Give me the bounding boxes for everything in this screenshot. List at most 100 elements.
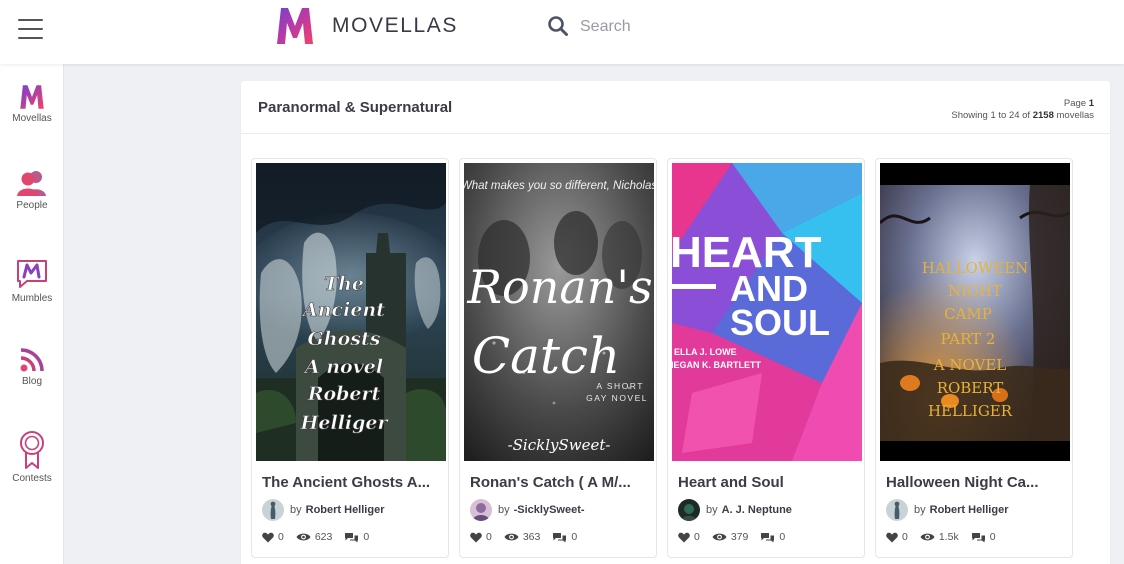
avatar[interactable] [886, 499, 908, 521]
comments-stat[interactable]: 0 [971, 531, 996, 543]
pagination-info: Page 1 Showing 1 to 24 of 2158 movellas [951, 98, 1094, 122]
author-name[interactable]: Robert Helliger [306, 504, 385, 516]
page-number: 1 [1088, 98, 1094, 109]
people-icon [17, 171, 46, 196]
comments-icon [345, 532, 359, 542]
book-card[interactable]: HEART AND SOUL ELLA J. LOWE MEGAN K. BAR… [667, 158, 865, 558]
cover-text: A SHORT [596, 381, 644, 391]
book-title[interactable]: Heart and Soul [678, 474, 860, 491]
cover-text: The [324, 273, 364, 295]
avatar[interactable] [470, 499, 492, 521]
comments-count: 0 [989, 531, 996, 543]
book-cover[interactable]: What makes you so different, Nicholas Ro… [464, 163, 654, 461]
sidebar-item-movellas[interactable]: Movellas [0, 84, 64, 124]
cover-text: Ghosts [308, 328, 381, 350]
rss-icon [20, 348, 44, 372]
book-cover[interactable]: HALLOWEEN NIGHT CAMP PART 2 A NOVEL ROBE… [880, 163, 1070, 461]
author-name[interactable]: -SicklySweet- [514, 504, 585, 516]
by-label: by [290, 504, 302, 516]
book-card[interactable]: HALLOWEEN NIGHT CAMP PART 2 A NOVEL ROBE… [875, 158, 1073, 558]
eye-icon [712, 533, 727, 541]
book-cover[interactable]: HEART AND SOUL ELLA J. LOWE MEGAN K. BAR… [672, 163, 862, 461]
search-input[interactable] [580, 14, 820, 40]
total-count: 2158 [1032, 110, 1054, 121]
avatar[interactable] [262, 499, 284, 521]
author-row: by Robert Helliger [262, 498, 384, 522]
likes-count: 0 [694, 531, 700, 543]
comments-stat[interactable]: 0 [344, 531, 369, 543]
search-icon[interactable] [547, 15, 569, 37]
menu-icon[interactable] [18, 19, 43, 39]
sidebar-item-contests[interactable]: Contests [0, 430, 64, 484]
book-card[interactable]: The Ancient Ghosts A novel Robert Hellig… [251, 158, 449, 558]
cover-text: HALLOWEEN [922, 259, 1029, 277]
heart-icon [470, 532, 482, 542]
views-stat: 623 [296, 531, 332, 543]
showing-prefix: Showing 1 to 24 of [951, 110, 1031, 121]
cover-text: HELLIGER [928, 402, 1013, 420]
cover-text: SOUL [730, 302, 830, 343]
heart-icon [262, 532, 274, 542]
cover-text: Catch [472, 327, 620, 385]
cover-text: Ronan's [466, 260, 652, 314]
cover-text: Helliger [299, 412, 389, 434]
page-title: Paranormal & Supernatural [258, 99, 453, 116]
sidebar-item-people[interactable]: People [0, 169, 64, 211]
sidebar-item-label: Contests [12, 473, 52, 484]
brand-name: MOVELLAS [332, 14, 459, 37]
likes-stat[interactable]: 0 [678, 531, 700, 543]
heart-icon [678, 532, 690, 542]
sidebar-item-blog[interactable]: Blog [0, 347, 64, 387]
book-cover[interactable]: The Ancient Ghosts A novel Robert Hellig… [256, 163, 446, 461]
cover-text: ROBERT [937, 379, 1004, 397]
cover-text: Robert [307, 383, 381, 405]
sidebar-item-label: Blog [21, 376, 42, 387]
likes-count: 0 [486, 531, 492, 543]
book-stats: 0 379 0 [678, 531, 797, 543]
brand-logo[interactable]: MOVELLAS [274, 6, 458, 46]
likes-stat[interactable]: 0 [262, 531, 284, 543]
comments-stat[interactable]: 0 [760, 531, 785, 543]
author-name[interactable]: A. J. Neptune [722, 504, 792, 516]
likes-count: 0 [278, 531, 284, 543]
eye-icon [920, 533, 935, 541]
comments-stat[interactable]: 0 [552, 531, 577, 543]
book-title[interactable]: The Ancient Ghosts A... [262, 474, 444, 491]
movellas-logo-icon [277, 8, 313, 44]
comments-icon [553, 532, 567, 542]
book-card[interactable]: What makes you so different, Nicholas Ro… [459, 158, 657, 558]
cover-text: A novel [303, 356, 383, 378]
cover-text: PART 2 [941, 330, 996, 348]
eye-icon [296, 533, 311, 541]
book-stats: 0 363 0 [470, 531, 589, 543]
views-count: 379 [730, 531, 749, 543]
cover-text: MEGAN K. BARTLETT [672, 360, 761, 370]
views-count: 1.5k [938, 531, 959, 543]
listing-header: Paranormal & Supernatural Page 1 Showing… [241, 81, 1110, 134]
cover-text: GAY NOVEL [586, 393, 648, 403]
sidebar: Movellas People Mumbles Blog Contests [0, 64, 64, 564]
avatar[interactable] [678, 499, 700, 521]
likes-stat[interactable]: 0 [886, 531, 908, 543]
cover-text: Ancient [301, 299, 385, 321]
book-title[interactable]: Halloween Night Ca... [886, 474, 1068, 491]
author-row: by A. J. Neptune [678, 498, 792, 522]
page-label: Page [1063, 98, 1087, 109]
views-stat: 363 [504, 531, 540, 543]
showing-suffix: movellas [1056, 110, 1095, 121]
likes-count: 0 [902, 531, 908, 543]
book-title[interactable]: Ronan's Catch ( A M/... [470, 474, 652, 491]
by-label: by [706, 504, 718, 516]
cover-text: ELLA J. LOWE [674, 347, 737, 357]
cover-text: CAMP [944, 305, 992, 323]
heart-icon [886, 532, 898, 542]
author-name[interactable]: Robert Helliger [930, 504, 1009, 516]
views-stat: 1.5k [920, 531, 959, 543]
likes-stat[interactable]: 0 [470, 531, 492, 543]
comments-icon [761, 532, 775, 542]
author-row: by -SicklySweet- [470, 498, 585, 522]
comments-count: 0 [779, 531, 786, 543]
sidebar-item-mumbles[interactable]: Mumbles [0, 258, 64, 304]
cover-text: A NOVEL [933, 356, 1007, 374]
sidebar-item-label: People [16, 200, 48, 211]
